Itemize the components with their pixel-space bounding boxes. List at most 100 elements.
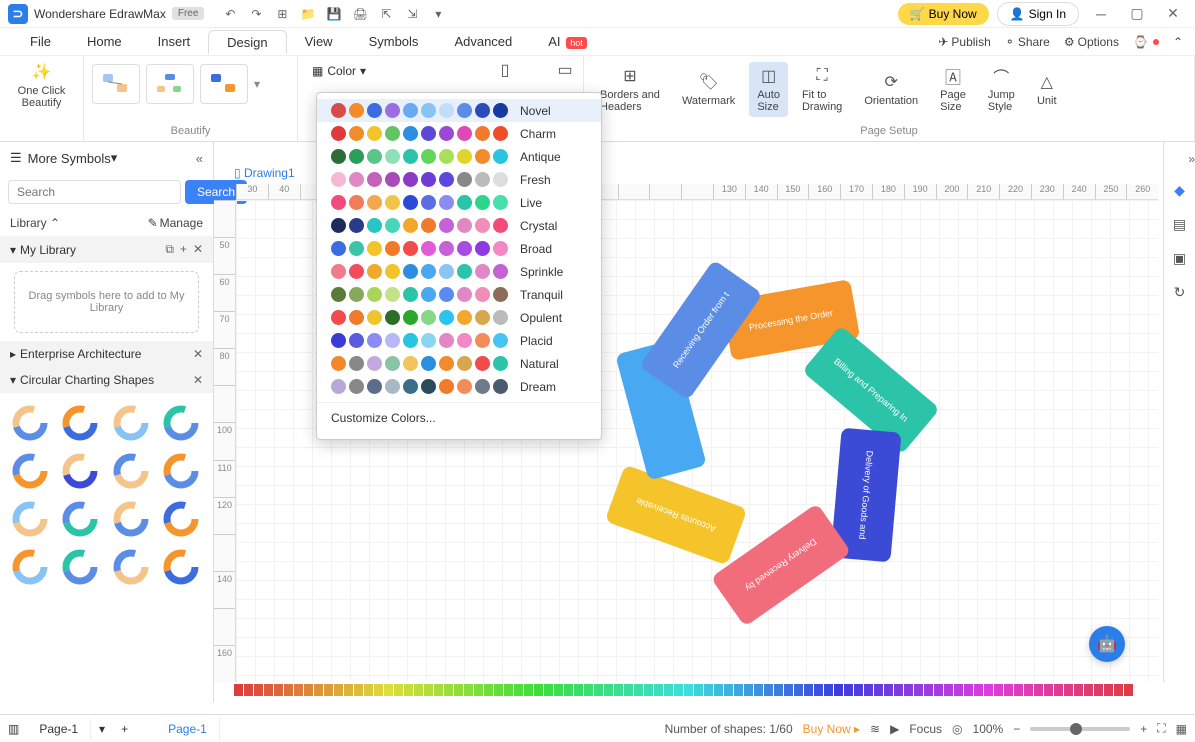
import-icon[interactable]: ⇲ <box>404 6 420 22</box>
palette-row-placid[interactable]: Placid <box>317 329 601 352</box>
zoom-level[interactable]: 100% <box>973 722 1004 736</box>
menu-view[interactable]: View <box>287 30 351 53</box>
palette-row-sprinkle[interactable]: Sprinkle <box>317 260 601 283</box>
quick-color[interactable] <box>1014 684 1023 696</box>
quick-color[interactable] <box>804 684 813 696</box>
more-symbols-header[interactable]: ☰ More Symbols▾ « <box>0 142 213 174</box>
save-icon[interactable]: 💾 <box>326 6 342 22</box>
quick-color[interactable] <box>944 684 953 696</box>
page-tab-active[interactable]: Page-1 <box>156 718 220 740</box>
chat-bubble-icon[interactable]: 🤖 <box>1089 626 1125 662</box>
unit-button[interactable]: △Unit <box>1029 62 1065 117</box>
menu-symbols[interactable]: Symbols <box>351 30 437 53</box>
quick-color[interactable] <box>704 684 713 696</box>
quick-color[interactable] <box>254 684 263 696</box>
collapse-sidebar-icon[interactable]: « <box>196 151 203 166</box>
quick-color[interactable] <box>894 684 903 696</box>
quick-color[interactable] <box>644 684 653 696</box>
my-library-section[interactable]: ▾ My Library ⧉+✕ <box>0 236 213 263</box>
palette-row-charm[interactable]: Charm <box>317 122 601 145</box>
quick-color[interactable] <box>1124 684 1133 696</box>
palette-row-live[interactable]: Live <box>317 191 601 214</box>
quick-color[interactable] <box>284 684 293 696</box>
print-icon[interactable]: 🖨 <box>352 6 368 22</box>
quick-color[interactable] <box>744 684 753 696</box>
chevron-down-icon[interactable]: ▾ <box>254 77 260 91</box>
quick-color[interactable] <box>384 684 393 696</box>
palette-row-opulent[interactable]: Opulent <box>317 306 601 329</box>
open-icon[interactable]: 📁 <box>300 6 316 22</box>
add-page-icon[interactable]: + <box>113 722 136 736</box>
palette-row-dream[interactable]: Dream <box>317 375 601 398</box>
page-tab-left[interactable]: Page-1 <box>27 718 91 740</box>
quick-color[interactable] <box>734 684 743 696</box>
theme-preset-3[interactable] <box>200 64 248 104</box>
quick-color[interactable] <box>994 684 1003 696</box>
quick-color[interactable] <box>274 684 283 696</box>
shape-thumb[interactable] <box>58 401 102 445</box>
search-input[interactable] <box>8 180 181 204</box>
palette-row-natural[interactable]: Natural <box>317 352 601 375</box>
close-section-icon[interactable]: ✕ <box>193 347 203 361</box>
quick-color[interactable] <box>594 684 603 696</box>
pages-icon[interactable]: ▥ <box>8 722 19 736</box>
menu-home[interactable]: Home <box>69 30 140 53</box>
quick-color[interactable] <box>344 684 353 696</box>
quick-color[interactable] <box>364 684 373 696</box>
palette-row-tranquil[interactable]: Tranquil <box>317 283 601 306</box>
palette-row-broad[interactable]: Broad <box>317 237 601 260</box>
export-icon[interactable]: ⇱ <box>378 6 394 22</box>
shape-thumb[interactable] <box>159 497 203 541</box>
shape-thumb[interactable] <box>109 497 153 541</box>
shape-thumb[interactable] <box>159 545 203 589</box>
quick-color[interactable] <box>534 684 543 696</box>
page-icon[interactable]: ▤ <box>1170 214 1190 234</box>
close-icon[interactable]: ✕ <box>1159 4 1187 24</box>
quick-color[interactable] <box>814 684 823 696</box>
theme-preset-1[interactable] <box>92 64 140 104</box>
quick-color[interactable] <box>1074 684 1083 696</box>
manage-link[interactable]: ✎ Manage <box>148 216 203 230</box>
zoom-out-icon[interactable]: − <box>1013 722 1020 736</box>
quick-color[interactable] <box>624 684 633 696</box>
quick-color[interactable] <box>984 684 993 696</box>
minimize-icon[interactable]: ─ <box>1087 4 1115 24</box>
quick-color[interactable] <box>934 684 943 696</box>
quick-color[interactable] <box>1024 684 1033 696</box>
theme-preset-2[interactable] <box>146 64 194 104</box>
shape-thumb[interactable] <box>58 497 102 541</box>
quick-color[interactable] <box>634 684 643 696</box>
format-icon[interactable]: ◆ <box>1170 180 1190 200</box>
quick-color[interactable] <box>484 684 493 696</box>
palette-row-fresh[interactable]: Fresh <box>317 168 601 191</box>
quick-color[interactable] <box>434 684 443 696</box>
quick-color[interactable] <box>694 684 703 696</box>
donut-segment[interactable]: Accounts Receivable <box>605 465 748 566</box>
borders-headers-button[interactable]: ⊞Borders and Headers <box>592 62 668 117</box>
new-icon[interactable]: ⊞ <box>274 6 290 22</box>
quick-color[interactable] <box>754 684 763 696</box>
quick-color[interactable] <box>264 684 273 696</box>
quick-color[interactable] <box>834 684 843 696</box>
quick-color[interactable] <box>954 684 963 696</box>
library-link[interactable]: Library ⌃ <box>10 216 60 230</box>
quick-color[interactable] <box>1104 684 1113 696</box>
quick-color[interactable] <box>304 684 313 696</box>
orientation-button[interactable]: ⟳Orientation <box>856 62 926 117</box>
quick-color[interactable] <box>664 684 673 696</box>
redo-icon[interactable]: ↷ <box>248 6 264 22</box>
shape-thumb[interactable] <box>109 401 153 445</box>
quick-color[interactable] <box>474 684 483 696</box>
quick-color[interactable] <box>504 684 513 696</box>
quick-color[interactable] <box>614 684 623 696</box>
quick-color[interactable] <box>1064 684 1073 696</box>
layers-icon[interactable]: ▣ <box>1170 248 1190 268</box>
quick-color[interactable] <box>844 684 853 696</box>
shape-thumb[interactable] <box>8 497 52 541</box>
copy-icon[interactable]: ⧉ <box>165 242 174 257</box>
quick-color[interactable] <box>494 684 503 696</box>
quick-color[interactable] <box>674 684 683 696</box>
quick-color[interactable] <box>424 684 433 696</box>
quick-color[interactable] <box>874 684 883 696</box>
panels-icon[interactable]: ▦ <box>1176 722 1187 736</box>
